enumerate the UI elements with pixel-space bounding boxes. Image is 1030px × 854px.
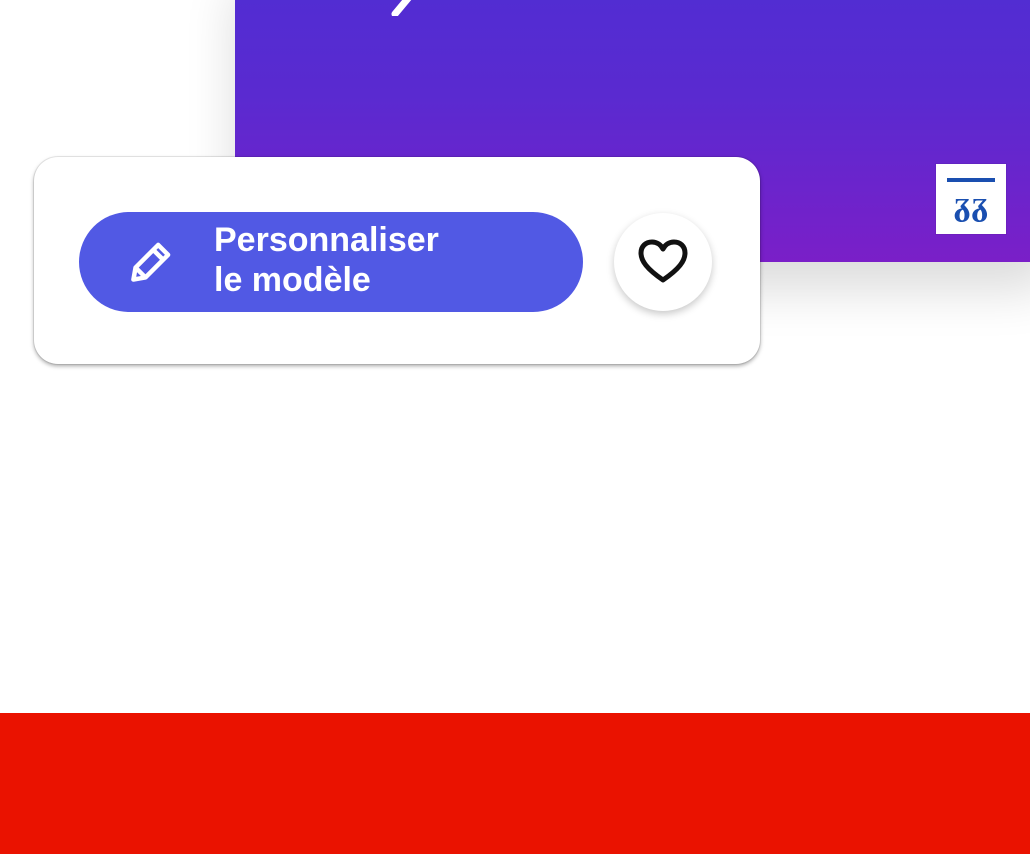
brand-logo-icon: ᵹᵹ bbox=[936, 164, 1006, 234]
customize-template-button[interactable]: Personnaliser le modèle bbox=[79, 212, 583, 312]
footer-band bbox=[0, 713, 1030, 854]
decorative-stroke-icon bbox=[391, 0, 412, 16]
favorite-button[interactable] bbox=[614, 213, 712, 311]
page: ᵹᵹ Personnaliser le modèle bbox=[0, 0, 1030, 854]
template-action-panel: Personnaliser le modèle bbox=[34, 157, 760, 364]
customize-template-label: Personnaliser le modèle bbox=[214, 221, 439, 299]
heart-icon bbox=[638, 239, 688, 283]
pencil-icon bbox=[131, 242, 171, 282]
svg-text:ᵹᵹ: ᵹᵹ bbox=[953, 184, 988, 223]
